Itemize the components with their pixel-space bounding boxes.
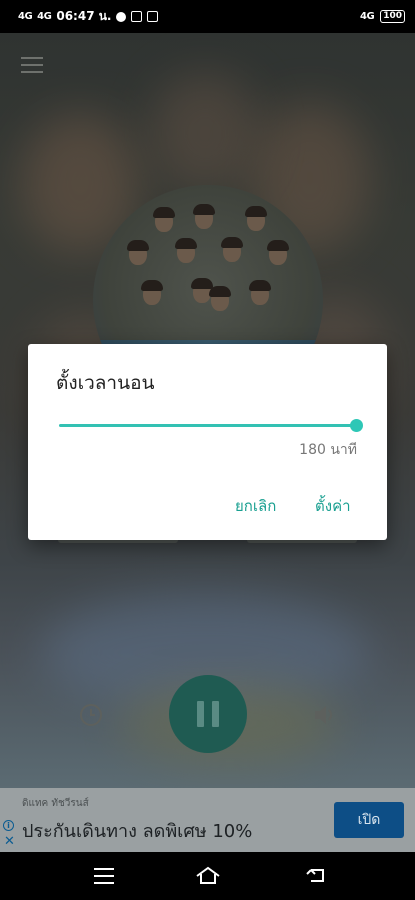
home-icon[interactable]: [194, 864, 222, 886]
ad-info-icon[interactable]: i: [3, 820, 14, 831]
recent-apps-icon[interactable]: [94, 868, 114, 889]
slider-value-label: 180 นาที: [299, 442, 357, 458]
player-controls: [0, 675, 415, 755]
status-time: 06:47 น.: [56, 9, 112, 23]
navigation-bar: [0, 852, 415, 900]
slider-thumb[interactable]: [350, 419, 363, 432]
pause-button[interactable]: [169, 675, 247, 753]
sleep-timer-slider[interactable]: [59, 424, 357, 427]
battery-icon: 100: [380, 10, 405, 23]
ad-headline[interactable]: ประกันเดินทาง ลดพิเศษ 10%: [22, 816, 252, 845]
ad-open-button[interactable]: เปิด: [334, 802, 404, 838]
sleep-timer-dialog: ตั้งเวลานอน 180 นาที ยกเลิก ตั้งค่า: [28, 344, 387, 540]
ad-close-icon[interactable]: ✕: [4, 834, 15, 849]
gmail-icon: [131, 11, 143, 22]
status-bar: 4G 4G 06:47 น. 4G 100: [0, 0, 415, 33]
ad-banner[interactable]: i ✕ ดิแทค ทัชวีรนส์ ประกันเดินทาง ลดพิเศ…: [0, 788, 415, 852]
back-icon[interactable]: [305, 864, 329, 886]
wifi-icon: 4G: [360, 11, 375, 22]
ad-advertiser: ดิแทค ทัชวีรนส์: [22, 798, 89, 809]
speaker-icon[interactable]: [313, 704, 337, 726]
signal-icon-1: 4G: [18, 11, 33, 22]
dialog-title: ตั้งเวลานอน: [56, 372, 155, 394]
alarm-clock-icon[interactable]: [80, 704, 102, 726]
pause-icon: [197, 701, 204, 727]
messenger-icon: [147, 11, 159, 22]
hamburger-icon[interactable]: [21, 57, 43, 73]
notification-icon: [116, 11, 127, 22]
set-button[interactable]: ตั้งค่า: [315, 494, 351, 518]
signal-icon-2: 4G: [37, 11, 52, 22]
cancel-button[interactable]: ยกเลิก: [235, 494, 276, 518]
